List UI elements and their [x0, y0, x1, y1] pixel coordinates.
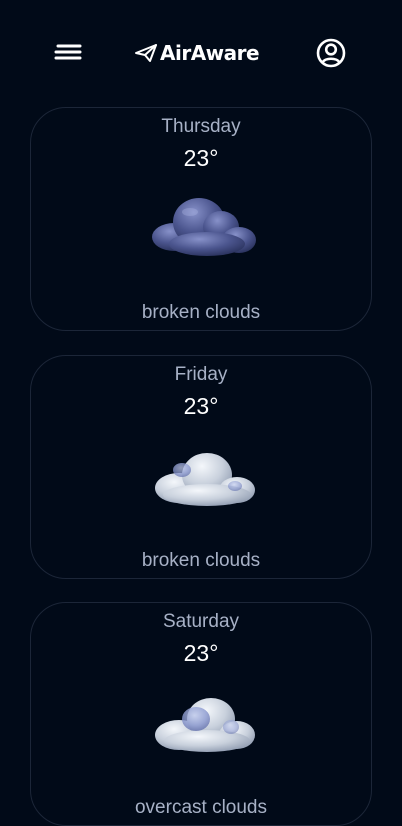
- forecast-card-saturday[interactable]: Saturday 23° overcast clouds: [30, 602, 372, 826]
- forecast-description: broken clouds: [141, 302, 261, 323]
- paper-plane-icon: [135, 44, 157, 62]
- app-logo[interactable]: AirAware: [134, 38, 260, 68]
- forecast-day: Friday: [174, 364, 228, 385]
- app-header: AirAware: [0, 0, 402, 104]
- menu-icon: [54, 44, 82, 60]
- dark-broken-clouds-icon: [149, 194, 259, 260]
- forecast-temperature: 23°: [183, 145, 219, 171]
- forecast-description: broken clouds: [141, 550, 261, 571]
- forecast-card-friday[interactable]: Friday 23° broken clouds: [30, 355, 372, 579]
- overcast-clouds-icon: [149, 689, 259, 755]
- forecast-day: Saturday: [162, 611, 240, 632]
- forecast-description: overcast clouds: [134, 797, 267, 818]
- forecast-day: Thursday: [161, 116, 241, 137]
- forecast-temperature: 23°: [183, 393, 219, 419]
- user-circle-icon: [316, 38, 346, 68]
- profile-button[interactable]: [314, 36, 348, 70]
- forecast-temperature: 23°: [183, 640, 219, 666]
- forecast-card-thursday[interactable]: Thursday 23° broken clouds: [30, 107, 372, 331]
- light-broken-clouds-icon: [149, 442, 259, 508]
- logo-text: AirAware: [160, 41, 260, 65]
- menu-button[interactable]: [50, 36, 86, 68]
